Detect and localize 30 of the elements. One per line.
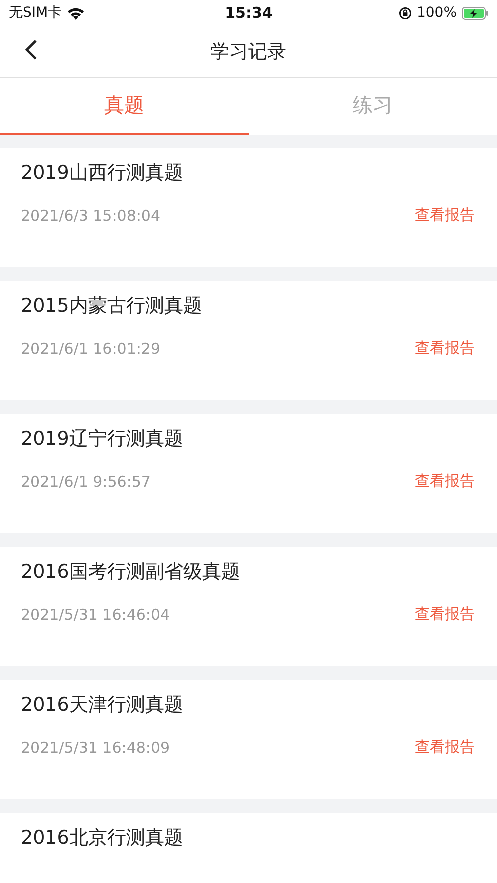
carrier-label: 无SIM卡	[9, 4, 62, 22]
record-card[interactable]: 2016天津行测真题 2021/5/31 16:48:09 查看报告	[0, 680, 497, 799]
record-time: 2021/6/3 15:08:04	[21, 206, 161, 224]
rotation-lock-icon	[398, 6, 412, 20]
back-button[interactable]	[24, 39, 38, 61]
wifi-icon	[67, 6, 86, 20]
record-time: 2021/5/31 16:48:09	[21, 738, 170, 756]
view-report-link[interactable]: 查看报告	[415, 206, 475, 225]
battery-percent: 100%	[416, 5, 457, 21]
record-title: 2016北京行测真题	[21, 826, 184, 851]
record-card[interactable]: 2016北京行测真题	[0, 813, 497, 883]
record-title: 2019辽宁行测真题	[21, 427, 184, 452]
record-card[interactable]: 2019山西行测真题 2021/6/3 15:08:04 查看报告	[0, 148, 497, 267]
record-title: 2019山西行测真题	[21, 161, 184, 186]
page-title: 学习记录	[210, 40, 286, 64]
record-card[interactable]: 2015内蒙古行测真题 2021/6/1 16:01:29 查看报告	[0, 281, 497, 400]
record-title: 2016天津行测真题	[21, 693, 184, 718]
battery-icon	[462, 6, 489, 20]
view-report-link[interactable]: 查看报告	[415, 339, 475, 358]
view-report-link[interactable]: 查看报告	[415, 472, 475, 491]
clock: 15:34	[225, 4, 273, 22]
record-title: 2015内蒙古行测真题	[21, 294, 204, 319]
record-time: 2021/6/1 16:01:29	[21, 340, 161, 358]
record-card[interactable]: 2016国考行测副省级真题 2021/5/31 16:46:04 查看报告	[0, 547, 497, 666]
record-title: 2016国考行测副省级真题	[21, 560, 242, 585]
view-report-link[interactable]: 查看报告	[415, 738, 475, 757]
record-time: 2021/6/1 9:56:57	[21, 472, 151, 490]
record-card[interactable]: 2019辽宁行测真题 2021/6/1 9:56:57 查看报告	[0, 414, 497, 533]
view-report-link[interactable]: 查看报告	[415, 605, 475, 624]
record-time: 2021/5/31 16:46:04	[21, 606, 170, 624]
